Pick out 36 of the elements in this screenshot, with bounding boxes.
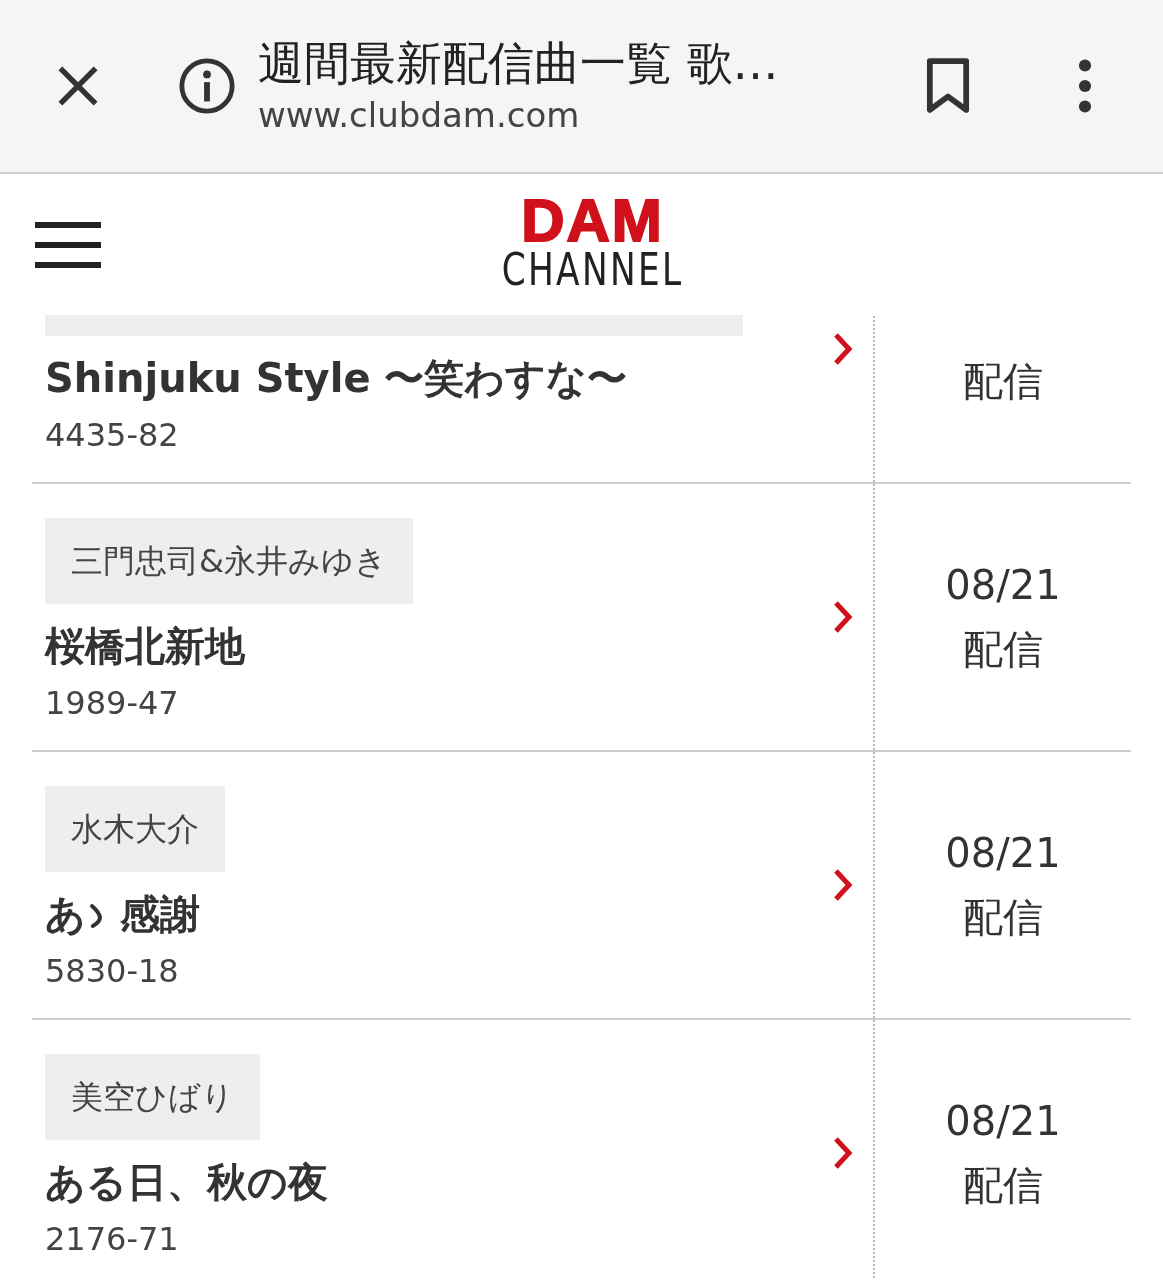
close-icon[interactable] (56, 64, 100, 108)
song-number: 2176-71 (45, 1219, 179, 1260)
menu-icon[interactable] (35, 221, 101, 268)
song-number: 1989-47 (45, 683, 179, 724)
info-icon[interactable] (178, 57, 236, 115)
song-item[interactable]: 水木大介 あ 感謝 5830-18 (32, 752, 875, 1018)
page-title: 週間最新配信曲一覧 歌… (258, 35, 780, 92)
logo-text[interactable]: DAM (521, 195, 664, 246)
chevron-right-icon (833, 332, 853, 366)
more-icon[interactable] (1077, 58, 1093, 114)
chevron-right-icon (833, 600, 853, 634)
song-item[interactable]: 美空ひばり ある日、秋の夜 2176-71 (32, 1020, 875, 1280)
release-date: 08/21 (945, 561, 1061, 610)
release-status: 配信 (963, 625, 1043, 674)
song-title: あ (45, 890, 86, 939)
song-title: 桜橋北新地 (45, 622, 245, 671)
release-date: 08/21 (945, 829, 1061, 878)
song-item[interactable]: 三門忠司&永井みゆき 桜橋北新地 1989-47 (32, 484, 875, 750)
release-status: 配信 (963, 357, 1043, 406)
page-url: www.clubdam.com (258, 94, 581, 137)
artist-tag: 三門忠司&永井みゆき (45, 518, 413, 604)
release-status: 配信 (963, 893, 1043, 942)
artist-tag: 水木大介 (45, 786, 225, 872)
chevron-right-icon (833, 868, 853, 902)
artist-tag: 美空ひばり (45, 1054, 260, 1140)
song-number: 4435-82 (45, 415, 179, 456)
release-status: 配信 (963, 1161, 1043, 1210)
song-title: ある日、秋の夜 (45, 1158, 328, 1207)
song-item[interactable]: Shinjuku Style 〜笑わすな〜 4435-82 (32, 315, 875, 482)
chevron-right-icon (833, 1136, 853, 1170)
bookmark-icon[interactable] (926, 57, 970, 115)
song-title: Shinjuku Style 〜笑わすな〜 (45, 354, 628, 403)
song-title: 感謝 (118, 890, 200, 939)
logo-subtext[interactable]: CHANNEL (501, 245, 684, 294)
song-number: 5830-18 (45, 951, 179, 992)
release-date: 08/21 (945, 1097, 1061, 1146)
